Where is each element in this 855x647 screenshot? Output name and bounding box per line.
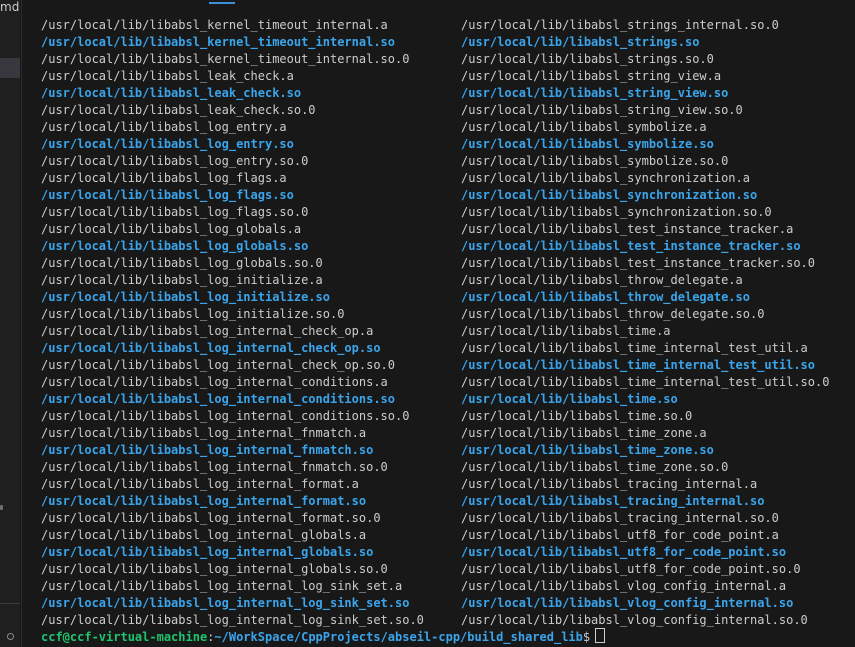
- explorer-sidebar-edge: md: [0, 0, 20, 647]
- terminal-line-file: /usr/local/lib/libabsl_log_internal_form…: [41, 477, 359, 491]
- terminal-line-file: /usr/local/lib/libabsl_log_initialize.so…: [41, 307, 345, 321]
- terminal-panel[interactable]: /usr/local/lib/libabsl_kernel_timeout_in…: [21, 0, 855, 647]
- terminal-line-symlink: /usr/local/lib/libabsl_leak_check.so: [41, 86, 302, 100]
- terminal-line-symlink: /usr/local/lib/libabsl_log_internal_fnma…: [41, 443, 374, 457]
- terminal-line-file: /usr/local/lib/libabsl_log_internal_log_…: [41, 579, 403, 593]
- terminal-line-symlink: /usr/local/lib/libabsl_log_internal_glob…: [41, 545, 374, 559]
- terminal-line-file: /usr/local/lib/libabsl_log_initialize.a: [41, 273, 323, 287]
- terminal-line-file: /usr/local/lib/libabsl_synchronization.a: [461, 171, 750, 185]
- terminal-line-file: /usr/local/lib/libabsl_tracing_internal.…: [461, 511, 779, 525]
- terminal-line-file: /usr/local/lib/libabsl_log_internal_chec…: [41, 324, 374, 338]
- vscode-window: md /usr/local/lib/libabsl_kernel_timeout…: [0, 0, 855, 647]
- terminal-line-file: /usr/local/lib/libabsl_strings_internal.…: [461, 18, 779, 32]
- terminal-cursor[interactable]: [595, 628, 606, 643]
- terminal-line-symlink: /usr/local/lib/libabsl_time_internal_tes…: [461, 358, 816, 372]
- terminal-line-file: /usr/local/lib/libabsl_utf8_for_code_poi…: [461, 528, 779, 542]
- terminal-line-file: /usr/local/lib/libabsl_string_view.a: [461, 69, 722, 83]
- terminal-line-symlink: /usr/local/lib/libabsl_vlog_config_inter…: [461, 596, 794, 610]
- terminal-line-symlink: /usr/local/lib/libabsl_log_internal_chec…: [41, 341, 381, 355]
- terminal-line-file: /usr/local/lib/libabsl_log_internal_chec…: [41, 358, 396, 372]
- terminal-line-file: /usr/local/lib/libabsl_test_instance_tra…: [461, 222, 794, 236]
- terminal-line-symlink: /usr/local/lib/libabsl_log_internal_form…: [41, 494, 367, 508]
- terminal-line-file: /usr/local/lib/libabsl_strings.so.0: [461, 52, 714, 66]
- prompt-working-directory: ~/WorkSpace/CppProjects/abseil-cpp/build…: [214, 630, 583, 644]
- terminal-line-file: /usr/local/lib/libabsl_time.so.0: [461, 409, 693, 423]
- terminal-line-file: /usr/local/lib/libabsl_log_flags.so.0: [41, 205, 309, 219]
- terminal-line-symlink: /usr/local/lib/libabsl_log_entry.so: [41, 137, 294, 151]
- terminal-decoration-icon[interactable]: [7, 633, 14, 640]
- terminal-line-file: /usr/local/lib/libabsl_log_internal_glob…: [41, 562, 388, 576]
- terminal-line-file: /usr/local/lib/libabsl_leak_check.a: [41, 69, 294, 83]
- terminal-line-file: /usr/local/lib/libabsl_log_entry.so.0: [41, 154, 309, 168]
- terminal-line-symlink: /usr/local/lib/libabsl_test_instance_tra…: [461, 239, 801, 253]
- terminal-line-symlink: /usr/local/lib/libabsl_tracing_internal.…: [461, 494, 765, 508]
- terminal-line-file: /usr/local/lib/libabsl_string_view.so.0: [461, 103, 743, 117]
- terminal-line-file: /usr/local/lib/libabsl_log_internal_log_…: [41, 613, 424, 627]
- explorer-selected-item[interactable]: [0, 58, 20, 78]
- terminal-line-file: /usr/local/lib/libabsl_log_internal_cond…: [41, 409, 410, 423]
- terminal-line-symlink: /usr/local/lib/libabsl_throw_delegate.so: [461, 290, 750, 304]
- terminal-line-file: /usr/local/lib/libabsl_log_globals.a: [41, 222, 302, 236]
- terminal-prompt[interactable]: ccf@ccf-virtual-machine:~/WorkSpace/CppP…: [41, 628, 606, 646]
- sidebar-divider: [0, 603, 20, 604]
- terminal-line-symlink: /usr/local/lib/libabsl_strings.so: [461, 35, 700, 49]
- terminal-line-file: /usr/local/lib/libabsl_vlog_config_inter…: [461, 613, 808, 627]
- terminal-line-file: /usr/local/lib/libabsl_symbolize.so.0: [461, 154, 729, 168]
- prompt-user-host: ccf@ccf-virtual-machine: [41, 630, 208, 644]
- terminal-line-symlink: /usr/local/lib/libabsl_synchronization.s…: [461, 188, 758, 202]
- terminal-line-file: /usr/local/lib/libabsl_log_flags.a: [41, 171, 287, 185]
- terminal-line-symlink: /usr/local/lib/libabsl_log_globals.so: [41, 239, 309, 253]
- terminal-line-symlink: /usr/local/lib/libabsl_log_internal_cond…: [41, 392, 396, 406]
- terminal-line-file: /usr/local/lib/libabsl_log_internal_glob…: [41, 528, 367, 542]
- terminal-line-file: /usr/local/lib/libabsl_time.a: [461, 324, 671, 338]
- terminal-output-left-column: /usr/local/lib/libabsl_kernel_timeout_in…: [41, 17, 424, 629]
- terminal-line-file: /usr/local/lib/libabsl_log_entry.a: [41, 120, 287, 134]
- terminal-line-file: /usr/local/lib/libabsl_throw_delegate.a: [461, 273, 743, 287]
- terminal-output-right-column: /usr/local/lib/libabsl_strings_internal.…: [461, 17, 829, 629]
- terminal-line-symlink: /usr/local/lib/libabsl_string_view.so: [461, 86, 729, 100]
- terminal-line-symlink: /usr/local/lib/libabsl_time_zone.so: [461, 443, 714, 457]
- terminal-line-file: /usr/local/lib/libabsl_time_zone.a: [461, 426, 707, 440]
- terminal-line-file: /usr/local/lib/libabsl_symbolize.a: [461, 120, 707, 134]
- terminal-line-symlink: /usr/local/lib/libabsl_utf8_for_code_poi…: [461, 545, 787, 559]
- terminal-line-symlink: /usr/local/lib/libabsl_kernel_timeout_in…: [41, 35, 396, 49]
- terminal-line-symlink: /usr/local/lib/libabsl_symbolize.so: [461, 137, 714, 151]
- terminal-line-symlink: /usr/local/lib/libabsl_log_internal_log_…: [41, 596, 410, 610]
- terminal-line-file: /usr/local/lib/libabsl_time_internal_tes…: [461, 375, 830, 389]
- explorer-item-label[interactable]: md: [0, 0, 20, 14]
- terminal-line-file: /usr/local/lib/libabsl_log_internal_fnma…: [41, 460, 388, 474]
- terminal-line-file: /usr/local/lib/libabsl_vlog_config_inter…: [461, 579, 787, 593]
- terminal-line-file: /usr/local/lib/libabsl_log_internal_form…: [41, 511, 381, 525]
- terminal-line-file: /usr/local/lib/libabsl_tracing_internal.…: [461, 477, 758, 491]
- terminal-line-file: /usr/local/lib/libabsl_log_internal_cond…: [41, 375, 388, 389]
- terminal-line-symlink: /usr/local/lib/libabsl_time.so: [461, 392, 678, 406]
- terminal-line-symlink: /usr/local/lib/libabsl_log_initialize.so: [41, 290, 330, 304]
- terminal-line-file: /usr/local/lib/libabsl_kernel_timeout_in…: [41, 52, 410, 66]
- terminal-line-file: /usr/local/lib/libabsl_test_instance_tra…: [461, 256, 816, 270]
- terminal-line-file: /usr/local/lib/libabsl_log_internal_fnma…: [41, 426, 367, 440]
- terminal-line-file: /usr/local/lib/libabsl_kernel_timeout_in…: [41, 18, 388, 32]
- terminal-line-file: /usr/local/lib/libabsl_leak_check.so.0: [41, 103, 316, 117]
- terminal-line-file: /usr/local/lib/libabsl_log_globals.so.0: [41, 256, 323, 270]
- terminal-line-file: /usr/local/lib/libabsl_utf8_for_code_poi…: [461, 562, 801, 576]
- scroll-indicator: [0, 505, 3, 510]
- terminal-line-file: /usr/local/lib/libabsl_time_internal_tes…: [461, 341, 808, 355]
- terminal-line-file: /usr/local/lib/libabsl_throw_delegate.so…: [461, 307, 765, 321]
- prompt-symbol: $: [582, 630, 591, 644]
- terminal-line-file: /usr/local/lib/libabsl_time_zone.so.0: [461, 460, 729, 474]
- terminal-line-file: /usr/local/lib/libabsl_synchronization.s…: [461, 205, 772, 219]
- terminal-line-symlink: /usr/local/lib/libabsl_log_flags.so: [41, 188, 294, 202]
